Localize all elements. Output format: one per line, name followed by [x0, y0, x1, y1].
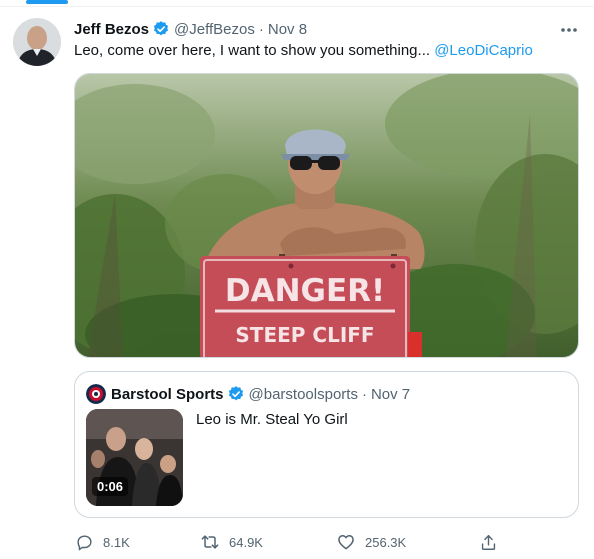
verified-badge-icon [227, 385, 245, 403]
share-button[interactable] [478, 531, 498, 553]
more-dots-icon[interactable] [556, 20, 582, 40]
tweet-photo[interactable]: DANGER! STEEP CLIFF [74, 73, 579, 358]
reply-bubble-icon [74, 532, 94, 552]
author-avatar[interactable] [13, 18, 61, 66]
quoted-timestamp[interactable]: Nov 7 [371, 386, 410, 403]
reply-button[interactable]: 8.1K [74, 531, 130, 553]
separator-dot: · [361, 385, 367, 403]
share-upload-icon [478, 532, 498, 552]
tab-indicator [26, 0, 68, 4]
quoted-author-handle[interactable]: @barstoolsports [249, 386, 358, 403]
author-name[interactable]: Jeff Bezos [74, 21, 149, 38]
mention-link[interactable]: @LeoDiCaprio [434, 42, 533, 59]
tweet-text: Leo, come over here, I want to show you … [74, 41, 533, 61]
video-duration: 0:06 [92, 477, 129, 496]
sign-line1: DANGER! [225, 273, 385, 309]
tweet-timestamp[interactable]: Nov 8 [268, 21, 307, 38]
heart-icon [336, 532, 356, 552]
retweet-icon [200, 532, 220, 552]
verified-badge-icon [152, 20, 170, 38]
quoted-tweet-card[interactable]: Barstool Sports @barstoolsports · Nov 7 … [74, 371, 579, 518]
quoted-author-avatar [86, 384, 106, 404]
quoted-video-thumbnail[interactable]: 0:06 [86, 409, 183, 506]
reply-count: 8.1K [103, 534, 130, 550]
quoted-tweet-text: Leo is Mr. Steal Yo Girl [196, 411, 348, 428]
sign-line2: STEEP CLIFF [235, 323, 374, 347]
retweet-count: 64.9K [229, 534, 263, 550]
top-divider [0, 6, 594, 7]
quoted-author-name[interactable]: Barstool Sports [111, 386, 224, 403]
like-button[interactable]: 256.3K [336, 531, 406, 553]
separator-dot: · [258, 20, 264, 38]
tweet-actions: 8.1K 64.9K 256.3K [74, 531, 504, 553]
author-handle[interactable]: @JeffBezos [174, 21, 255, 38]
quoted-tweet-header: Barstool Sports @barstoolsports · Nov 7 [86, 384, 410, 404]
tweet-body: Leo, come over here, I want to show you … [74, 42, 435, 59]
tweet-header: Jeff Bezos @JeffBezos · Nov 8 [74, 19, 307, 39]
retweet-button[interactable]: 64.9K [200, 531, 263, 553]
like-count: 256.3K [365, 534, 407, 550]
